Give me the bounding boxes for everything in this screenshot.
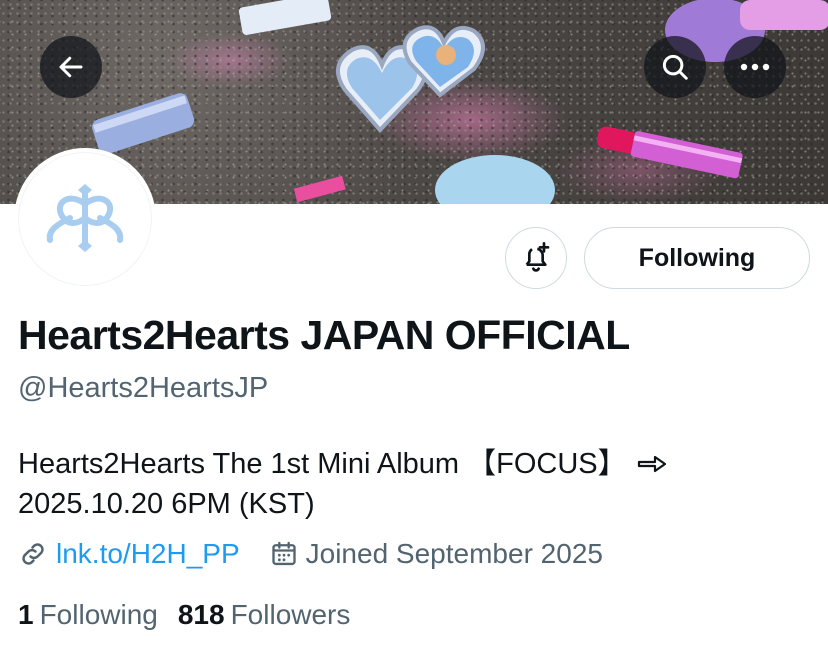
joined-date: Joined September 2025 [305,538,603,569]
display-name: Hearts2Hearts JAPAN OFFICIAL [18,312,630,358]
bio-text-1: Hearts2Hearts The 1st Mini Album 【FOCUS】 [18,448,627,480]
bio-line-1: Hearts2Hearts The 1st Mini Album 【FOCUS】 [18,444,667,484]
more-button[interactable] [724,36,786,98]
back-button[interactable] [40,36,102,98]
bell-plus-icon [525,242,550,272]
bio-text-2: 2025.10.20 6PM (KST) [18,488,315,520]
link-icon [22,543,44,565]
avatar[interactable] [14,148,156,290]
arrow-left-icon [59,56,83,78]
followers-stat[interactable]: 818 Followers [178,599,351,631]
user-handle: @Hearts2HeartsJP [18,372,269,404]
following-count: 1 [18,599,34,630]
more-horizontal-icon [740,63,770,71]
profile-meta: lnk.to/H2H_PP Joined September 2025 [18,538,603,570]
follow-stats: 1 Following 818 Followers [18,599,350,631]
profile-link[interactable]: lnk.to/H2H_PP [56,538,240,570]
followers-count: 818 [177,599,225,630]
search-icon [662,54,688,80]
following-stat[interactable]: 1 Following [18,599,158,631]
bio: Hearts2Hearts The 1st Mini Album 【FOCUS】… [18,444,667,524]
followers-label: Followers [230,599,351,630]
search-button[interactable] [644,36,706,98]
hearts2hearts-logo-icon [46,184,124,252]
notifications-button[interactable] [505,227,567,289]
following-label: Following [39,599,158,630]
calendar-icon [271,541,296,566]
following-button[interactable]: Following [584,227,810,289]
right-arrow-emoji-icon [637,455,666,473]
bio-line-2: 2025.10.20 6PM (KST) [18,484,667,524]
